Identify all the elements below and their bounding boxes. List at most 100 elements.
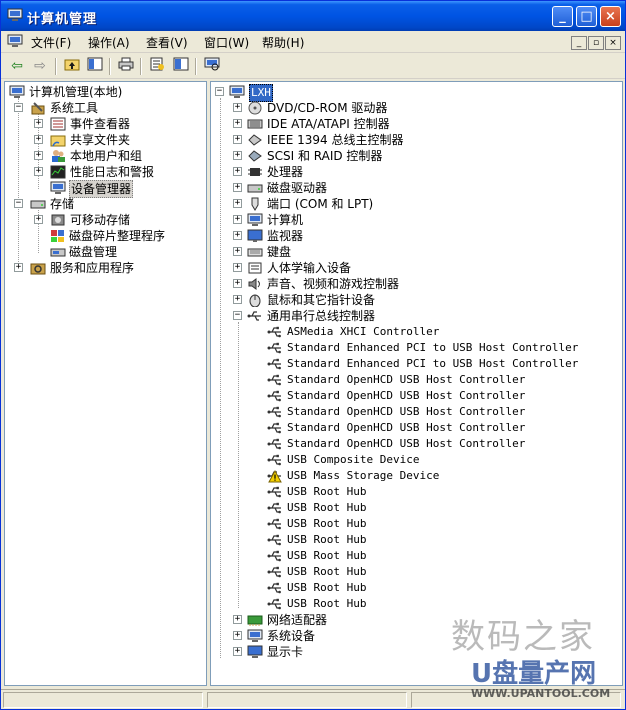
- computer-icon: [229, 85, 245, 98]
- toolbar-separator: [195, 58, 197, 75]
- properties-icon[interactable]: [147, 57, 167, 76]
- collapse-icon[interactable]: −: [14, 103, 23, 112]
- print-icon[interactable]: [116, 57, 136, 76]
- system-menu-icon[interactable]: [7, 34, 23, 48]
- collapse-icon[interactable]: −: [215, 87, 224, 96]
- usb-device-icon: [267, 486, 281, 498]
- disk-management-icon: [50, 248, 66, 257]
- tree-root-label: 计算机管理(本地): [29, 85, 123, 99]
- mdi-close-button[interactable]: ×: [605, 36, 621, 50]
- usb-device-icon: [267, 406, 281, 418]
- console-tree-pane[interactable]: 计算机管理(本地) − 系统工具 + 事件查看器 + 共享文件夹 + 本地用户和…: [4, 81, 207, 686]
- computer-icon: [247, 213, 263, 226]
- device-label: 显示卡: [267, 645, 304, 659]
- computer-management-icon: [7, 8, 23, 21]
- collapse-icon[interactable]: −: [233, 311, 242, 320]
- expand-icon[interactable]: +: [34, 135, 43, 144]
- up-icon[interactable]: [62, 57, 82, 76]
- expand-icon[interactable]: +: [233, 295, 242, 304]
- collapse-icon[interactable]: −: [14, 199, 23, 208]
- device-label: 端口 (COM 和 LPT): [267, 197, 374, 211]
- tree-item-label: 磁盘管理: [69, 245, 118, 259]
- tree-item-label: 磁盘碎片整理程序: [69, 229, 166, 243]
- title-bar[interactable]: 计算机管理 _ □ ×: [1, 1, 625, 31]
- device-label: USB Root Hub: [287, 581, 367, 594]
- expand-icon[interactable]: +: [233, 647, 242, 656]
- expand-icon[interactable]: +: [233, 231, 242, 240]
- services-icon: [30, 263, 46, 275]
- scan-hardware-icon[interactable]: [202, 57, 222, 76]
- usb-device-icon: [267, 326, 281, 338]
- mdi-restore-button[interactable]: ▫: [588, 36, 604, 50]
- status-panel-left: [3, 692, 203, 708]
- expand-icon[interactable]: +: [34, 119, 43, 128]
- sound-icon: [248, 278, 260, 290]
- help-icon[interactable]: [171, 57, 191, 76]
- usb-device-icon: [267, 502, 281, 514]
- menu-action[interactable]: 操作(A): [88, 34, 130, 51]
- tree-line: [238, 322, 239, 608]
- menu-view[interactable]: 查看(V): [146, 34, 188, 51]
- expand-icon[interactable]: +: [233, 279, 242, 288]
- device-label: SCSI 和 RAID 控制器: [267, 149, 383, 163]
- forward-icon[interactable]: ⇨: [30, 57, 50, 76]
- tree-item-label: 存储: [50, 197, 75, 211]
- show-hide-tree-icon[interactable]: [85, 57, 105, 76]
- toolbar: ⇦ ⇨: [1, 54, 625, 79]
- expand-icon[interactable]: +: [14, 263, 23, 272]
- device-label: 监视器: [267, 229, 304, 243]
- device-label: USB Composite Device: [287, 453, 420, 466]
- maximize-button[interactable]: □: [576, 6, 597, 27]
- usb-device-icon: [267, 342, 281, 354]
- expand-icon[interactable]: +: [233, 615, 242, 624]
- device-label-warning: USB Mass Storage Device: [287, 469, 440, 482]
- expand-icon[interactable]: +: [233, 119, 242, 128]
- usb-device-icon: [267, 550, 281, 562]
- mouse-icon: [249, 294, 261, 307]
- usb-device-icon: [267, 390, 281, 402]
- device-label: 声音、视频和游戏控制器: [267, 277, 400, 291]
- tree-item-label: 事件查看器: [70, 117, 131, 131]
- tree-item-label: 本地用户和组: [70, 149, 143, 163]
- device-label: Standard OpenHCD USB Host Controller: [287, 389, 526, 402]
- expand-icon[interactable]: +: [233, 199, 242, 208]
- usb-device-icon: [267, 454, 281, 466]
- expand-icon[interactable]: +: [34, 215, 43, 224]
- close-button[interactable]: ×: [600, 6, 621, 27]
- expand-icon[interactable]: +: [233, 135, 242, 144]
- hid-icon: [248, 262, 262, 274]
- usb-device-icon: [267, 438, 281, 450]
- expand-icon[interactable]: +: [233, 631, 242, 640]
- expand-icon[interactable]: +: [233, 263, 242, 272]
- device-label: 人体学输入设备: [267, 261, 352, 275]
- expand-icon[interactable]: +: [34, 151, 43, 160]
- ide-controller-icon: [247, 119, 263, 129]
- expand-icon[interactable]: +: [233, 103, 242, 112]
- display-adapter-icon: [247, 645, 263, 658]
- users-icon: [52, 150, 65, 162]
- device-label: Standard OpenHCD USB Host Controller: [287, 405, 526, 418]
- device-label: 网络适配器: [267, 613, 328, 627]
- back-icon[interactable]: ⇦: [7, 57, 27, 76]
- expand-icon[interactable]: +: [233, 215, 242, 224]
- device-tree-pane[interactable]: − LXH + DVD/CD-ROM 驱动器 + IDE ATA/ATAPI 控制器 +…: [210, 81, 623, 686]
- menu-help[interactable]: 帮助(H): [262, 34, 304, 51]
- device-label: 通用串行总线控制器: [267, 309, 376, 323]
- minimize-button[interactable]: _: [552, 6, 573, 27]
- device-label: 磁盘驱动器: [267, 181, 328, 195]
- expand-icon[interactable]: +: [34, 167, 43, 176]
- ieee1394-icon: [248, 134, 262, 146]
- expand-icon[interactable]: +: [233, 151, 242, 160]
- device-label: 处理器: [267, 165, 304, 179]
- menu-window[interactable]: 窗口(W): [204, 34, 249, 51]
- shared-folder-icon: [50, 135, 66, 147]
- menu-file[interactable]: 文件(F): [31, 34, 71, 51]
- expand-icon[interactable]: +: [233, 247, 242, 256]
- tree-item-label: 设备管理器: [69, 180, 134, 198]
- expand-icon[interactable]: +: [233, 183, 242, 192]
- device-label: USB Root Hub: [287, 533, 367, 546]
- usb-controller-icon: [247, 311, 261, 321]
- mdi-minimize-button[interactable]: _: [571, 36, 587, 50]
- usb-device-icon: [267, 566, 281, 578]
- expand-icon[interactable]: +: [233, 167, 242, 176]
